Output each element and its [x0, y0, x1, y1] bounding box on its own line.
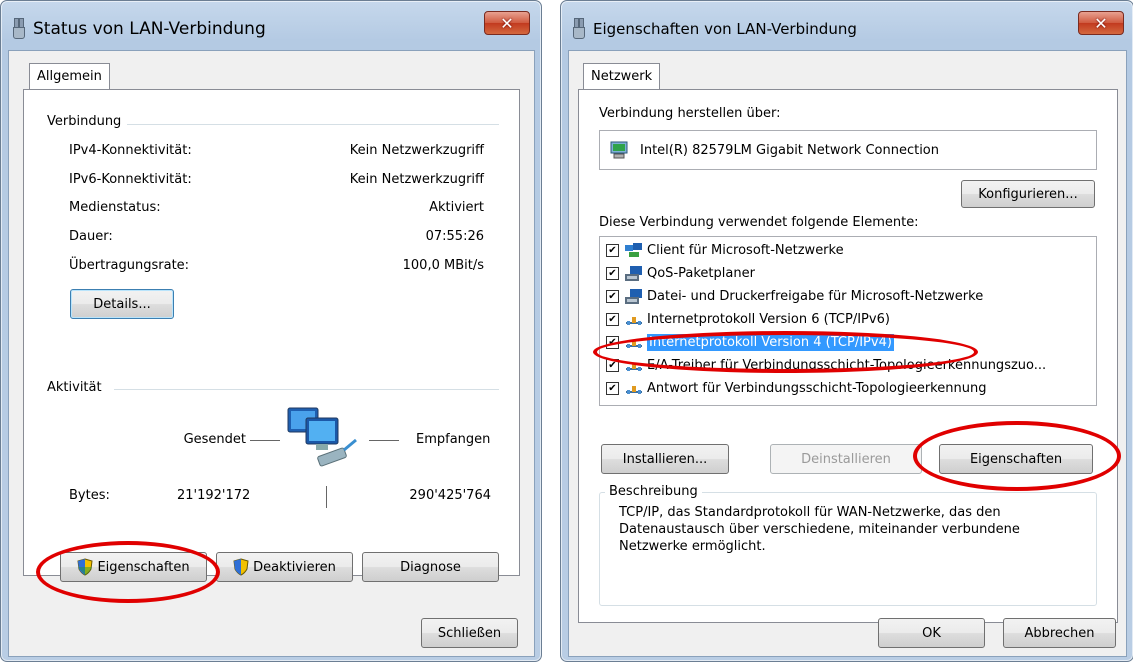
description-text: TCP/IP, das Standardprotokoll für WAN-Ne… — [619, 505, 1020, 554]
close-dialog-button[interactable]: Schließen — [421, 618, 518, 648]
status-window: Status von LAN-Verbindung ✕ Allgemein Ve… — [0, 0, 542, 662]
description-group-label: Beschreibung — [605, 484, 702, 499]
disable-button[interactable]: Deaktivieren — [216, 552, 353, 582]
annotation-ellipse — [36, 541, 220, 603]
cancel-button[interactable]: Abbrechen — [1003, 618, 1116, 648]
item-label: Antwort für Verbindungsschicht-Topologie… — [647, 381, 987, 396]
checkbox[interactable]: ✔ — [606, 290, 619, 303]
configure-button[interactable]: Konfigurieren... — [961, 180, 1095, 208]
status-window-title: Status von LAN-Verbindung — [11, 9, 266, 49]
ipv6-label: IPv6-Konnektivität: — [69, 172, 192, 187]
ipv6-value: Kein Netzwerkzugriff — [349, 172, 484, 187]
item-label: Internetprotokoll Version 6 (TCP/IPv6) — [647, 312, 890, 327]
network-client-icon — [625, 242, 643, 259]
duration-label: Dauer: — [69, 229, 113, 244]
connection-group-label: Verbindung — [47, 114, 128, 129]
item-label: Client für Microsoft-Netzwerke — [647, 243, 844, 258]
media-status-value: Aktiviert — [429, 200, 484, 215]
uninstall-button: Deinstallieren — [770, 444, 922, 474]
disable-label: Deaktivieren — [253, 559, 336, 575]
activity-group-line — [114, 389, 499, 390]
list-item[interactable]: ✔ Internetprotokoll Version 6 (TCP/IPv6) — [600, 308, 890, 331]
checkbox[interactable]: ✔ — [606, 382, 619, 395]
properties-window-title: Eigenschaften von LAN-Verbindung — [571, 9, 857, 49]
activity-group-label: Aktivität — [47, 380, 108, 395]
sent-line — [250, 440, 280, 441]
diagnose-button[interactable]: Diagnose — [362, 552, 499, 582]
network-connection-icon — [11, 18, 25, 40]
computers-network-icon — [286, 404, 366, 476]
item-label: Datei- und Druckerfreigabe für Microsoft… — [647, 289, 984, 304]
list-item[interactable]: ✔ QoS-Paketplaner — [600, 262, 755, 285]
status-tab-sheet: Verbindung IPv4-Konnektivität: Kein Netz… — [23, 89, 520, 582]
list-item[interactable]: ✔ Antwort für Verbindungsschicht-Topolog… — [600, 377, 986, 400]
connect-via-label: Verbindung herstellen über: — [599, 106, 781, 121]
annotation-ellipse — [593, 331, 978, 373]
install-button[interactable]: Installieren... — [601, 444, 729, 474]
sent-label: Gesendet — [183, 432, 246, 447]
checkbox[interactable]: ✔ — [606, 267, 619, 280]
media-status-label: Medienstatus: — [69, 200, 161, 215]
adapter-name: Intel(R) 82579LM Gigabit Network Connect… — [640, 142, 939, 158]
bytes-received-value: 290'425'764 — [409, 488, 491, 503]
elements-list: ✔ Client für Microsoft-Netzwerke ✔ QoS-P… — [599, 236, 1097, 406]
list-item[interactable]: ✔ Client für Microsoft-Netzwerke — [600, 239, 844, 262]
connection-group-line — [119, 124, 499, 125]
tab-allgemein[interactable]: Allgemein — [29, 63, 110, 90]
protocol-icon — [625, 312, 643, 328]
uac-shield-icon — [233, 558, 249, 576]
duration-value: 07:55:26 — [425, 229, 484, 244]
ipv4-value: Kein Netzwerkzugriff — [349, 143, 484, 158]
list-item[interactable]: ✔ Datei- und Druckerfreigabe für Microso… — [600, 285, 983, 308]
tab-netzwerk[interactable]: Netzwerk — [583, 63, 661, 90]
received-line — [369, 440, 399, 441]
received-label: Empfangen — [416, 432, 491, 447]
speed-value: 100,0 MBit/s — [402, 258, 484, 273]
protocol-icon — [625, 381, 643, 397]
ok-button[interactable]: OK — [878, 618, 985, 648]
adapter-box: Intel(R) 82579LM Gigabit Network Connect… — [599, 130, 1097, 170]
bytes-sent-value: 21'192'172 — [177, 488, 251, 503]
properties-window: Eigenschaften von LAN-Verbindung ✕ Netzw… — [560, 0, 1133, 662]
details-button[interactable]: Details... — [70, 289, 174, 319]
checkbox[interactable]: ✔ — [606, 244, 619, 257]
service-icon — [625, 265, 643, 282]
ipv4-label: IPv4-Konnektivität: — [69, 143, 192, 158]
service-icon — [625, 288, 643, 305]
annotation-ellipse — [913, 421, 1121, 491]
checkbox[interactable]: ✔ — [606, 313, 619, 326]
bytes-divider — [326, 486, 327, 508]
speed-label: Übertragungsrate: — [69, 258, 190, 273]
network-adapter-icon — [610, 141, 628, 159]
elements-label: Diese Verbindung verwendet folgende Elem… — [599, 215, 919, 230]
network-connection-icon — [571, 18, 585, 40]
close-window-button[interactable]: ✕ — [1078, 11, 1124, 35]
close-window-button[interactable]: ✕ — [484, 11, 530, 35]
bytes-label: Bytes: — [69, 488, 110, 503]
item-label: QoS-Paketplaner — [647, 266, 755, 281]
